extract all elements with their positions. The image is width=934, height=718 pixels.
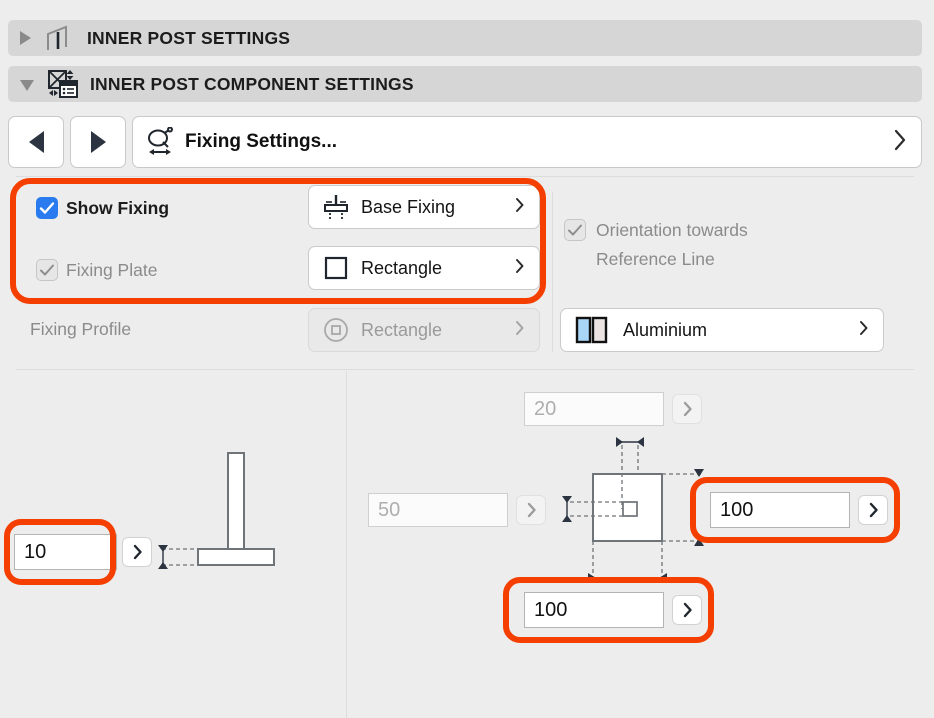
component-settings-icon — [46, 69, 80, 99]
height-arrow-button[interactable] — [858, 495, 888, 525]
section-title: INNER POST COMPONENT SETTINGS — [90, 73, 414, 94]
width-arrow-button[interactable] — [672, 595, 702, 625]
offset-left-input[interactable] — [368, 493, 508, 527]
show-fixing-label: Show Fixing — [66, 198, 170, 218]
fixing-settings-icon — [145, 126, 177, 158]
disclosure-triangle-right-icon[interactable] — [20, 31, 31, 45]
rectangle-fixing-plate-diagram — [550, 425, 720, 595]
divider-settings-vertical — [552, 192, 553, 352]
divider-top — [16, 176, 914, 177]
fixing-profile-value: Rectangle — [361, 319, 443, 340]
fixing-plate-shape-selector[interactable]: Rectangle — [308, 246, 540, 290]
t-shape-fixing-plate-diagram — [150, 440, 300, 585]
fixing-plate-shape-value: Rectangle — [361, 257, 443, 278]
show-fixing-checkbox[interactable] — [36, 197, 58, 219]
orientation-label-line1: Orientation towards — [596, 220, 748, 240]
next-button[interactable] — [70, 116, 126, 168]
plate-thickness-arrow-button[interactable] — [122, 537, 152, 567]
chevron-right-icon — [859, 320, 869, 341]
disclosure-triangle-down-icon[interactable] — [20, 80, 34, 91]
offset-top-arrow-button[interactable] — [672, 394, 702, 424]
offset-top-input[interactable] — [524, 392, 664, 426]
base-fixing-selector[interactable]: Base Fixing — [308, 185, 540, 229]
offset-left-arrow-button[interactable] — [516, 495, 546, 525]
orientation-checkbox[interactable] — [564, 219, 586, 241]
fixing-plate-checkbox[interactable] — [36, 259, 58, 281]
fixing-plate-label: Fixing Plate — [66, 260, 158, 280]
base-fixing-value: Base Fixing — [361, 196, 456, 217]
section-header-inner-post-component-settings[interactable]: INNER POST COMPONENT SETTINGS — [8, 66, 922, 102]
width-input[interactable] — [524, 592, 664, 628]
fixing-profile-selector[interactable]: Rectangle — [308, 308, 540, 352]
navigation-bar: Fixing Settings... — [8, 116, 922, 168]
nav-title: Fixing Settings... — [185, 131, 338, 152]
material-selector[interactable]: Aluminium — [560, 308, 884, 352]
previous-button[interactable] — [8, 116, 64, 168]
section-title: INNER POST SETTINGS — [87, 27, 291, 48]
chevron-right-icon — [894, 129, 907, 156]
circle-rectangle-icon — [321, 315, 351, 345]
rectangle-outline-icon — [321, 253, 351, 283]
fixing-settings-selector[interactable]: Fixing Settings... — [132, 116, 922, 168]
section-header-inner-post-settings[interactable]: INNER POST SETTINGS — [8, 20, 922, 56]
height-input[interactable] — [710, 492, 850, 528]
material-value: Aluminium — [623, 319, 708, 340]
divider-panes-vertical — [346, 371, 347, 718]
plate-thickness-input[interactable] — [14, 534, 117, 570]
chevron-right-icon — [515, 258, 525, 279]
arrow-left-icon — [28, 131, 44, 153]
arrow-right-icon — [90, 131, 106, 153]
base-fixing-icon — [321, 192, 351, 222]
chevron-right-icon — [515, 320, 525, 341]
divider-middle — [16, 369, 914, 370]
fixing-profile-label: Fixing Profile — [30, 319, 132, 339]
chevron-right-icon — [515, 197, 525, 218]
material-swatch-icon — [573, 315, 613, 345]
orientation-label-line2: Reference Line — [596, 249, 715, 269]
post-frame-icon — [43, 23, 77, 53]
